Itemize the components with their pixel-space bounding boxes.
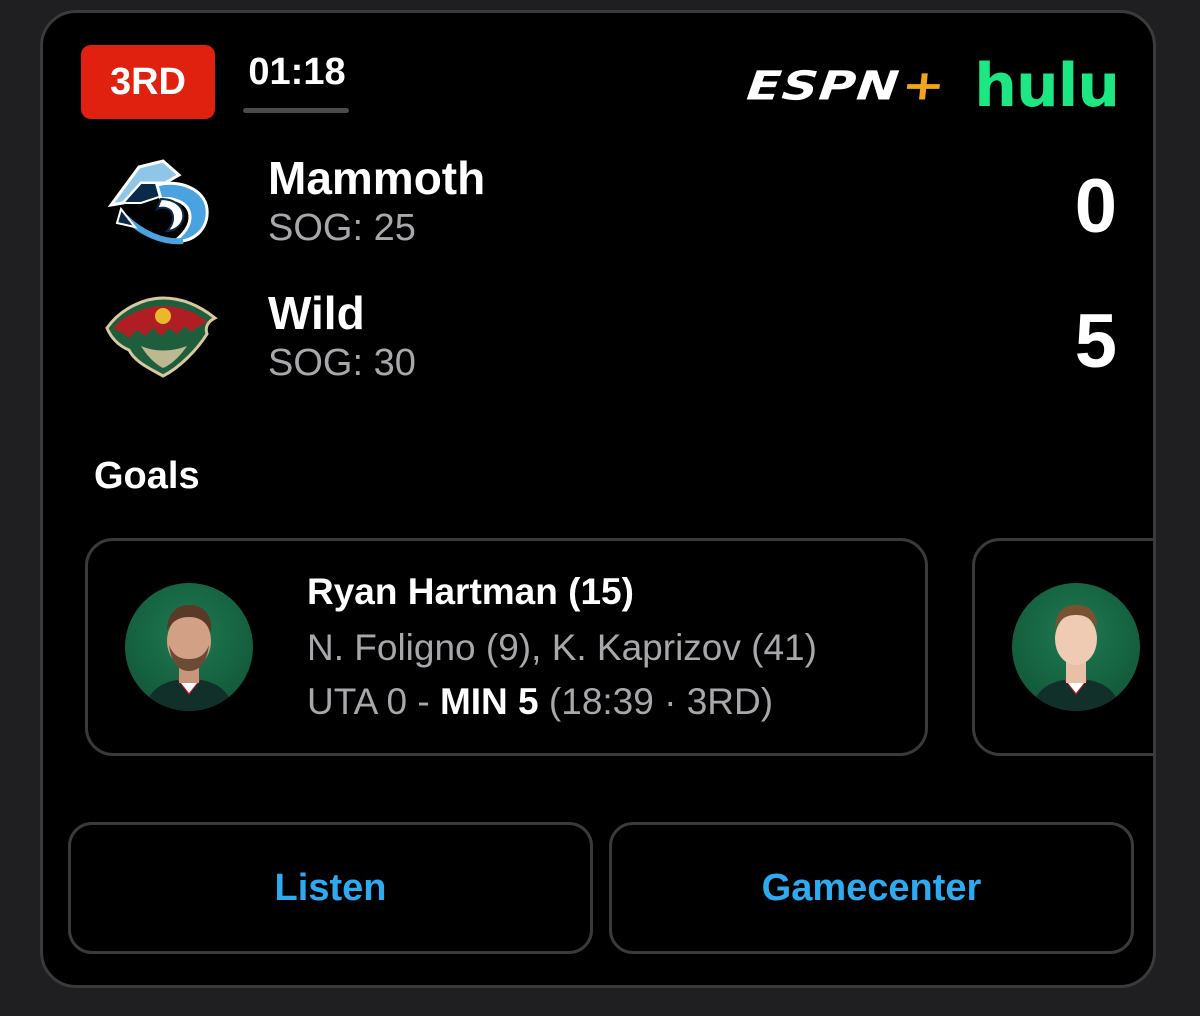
game-clock: 01:18 bbox=[248, 51, 346, 93]
player-headshot-icon bbox=[145, 605, 233, 711]
team-row-mammoth: Mammoth SOG: 25 0 bbox=[43, 151, 1153, 261]
period-badge: 3RD bbox=[81, 45, 215, 119]
team-row-wild: Wild SOG: 30 5 bbox=[43, 286, 1153, 396]
goal-assists: N. Foligno (9), K. Kaprizov (41) bbox=[307, 627, 817, 668]
goal-score-line: UTA 0 - MIN 5 (18:39 · 3RD) bbox=[307, 681, 773, 723]
espn-plus-sign: + bbox=[899, 62, 949, 110]
player-headshot-avatar bbox=[125, 583, 253, 711]
espn-plus-logo: ESPN + bbox=[745, 62, 949, 110]
player-headshot-icon bbox=[1032, 605, 1120, 711]
broadcaster-logos: ESPN + hulu bbox=[745, 51, 1120, 121]
goal-scorer: Ryan Hartman (15) bbox=[307, 571, 634, 612]
gamecenter-button[interactable]: Gamecenter bbox=[609, 822, 1134, 954]
team-sog: SOG: 25 bbox=[268, 207, 416, 249]
hulu-logo: hulu bbox=[974, 51, 1120, 121]
team-score: 5 bbox=[1074, 299, 1117, 384]
clock-underline bbox=[243, 108, 349, 113]
goal-home-score: MIN 5 bbox=[439, 681, 539, 722]
team-sog: SOG: 30 bbox=[268, 342, 416, 384]
team-name: Wild bbox=[268, 287, 365, 339]
goals-heading: Goals bbox=[94, 455, 200, 497]
espn-wordmark: ESPN bbox=[744, 62, 903, 110]
listen-button[interactable]: Listen bbox=[68, 822, 593, 954]
wild-logo-icon bbox=[105, 296, 218, 378]
goal-card[interactable] bbox=[972, 538, 1153, 756]
goal-time: (18:39 · 3RD) bbox=[538, 681, 774, 722]
goal-card[interactable]: Ryan Hartman (15) N. Foligno (9), K. Kap… bbox=[85, 538, 928, 756]
player-headshot-avatar bbox=[1012, 583, 1140, 711]
game-score-card[interactable]: 3RD 01:18 ESPN + hulu Mammoth SOG: 25 0 W… bbox=[40, 10, 1156, 988]
goal-away-score: UTA 0 - bbox=[307, 681, 440, 722]
team-name: Mammoth bbox=[268, 152, 486, 204]
team-score: 0 bbox=[1074, 164, 1117, 249]
mammoth-logo-icon bbox=[107, 159, 209, 245]
